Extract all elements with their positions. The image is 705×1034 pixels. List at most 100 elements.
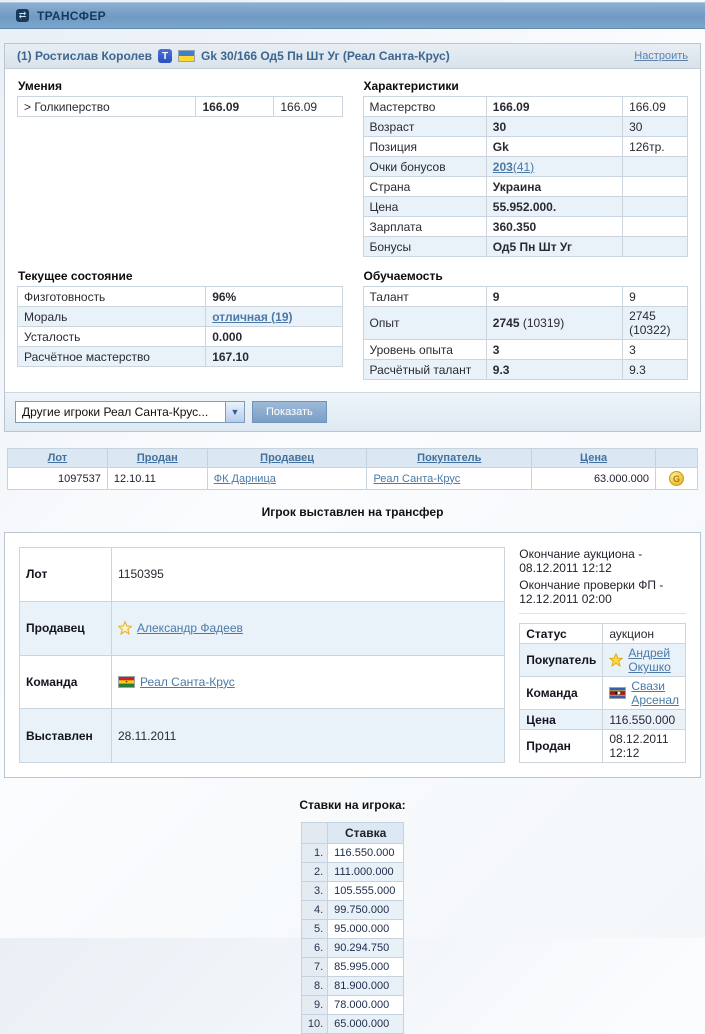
table-row: 4.99.750.000 [301, 901, 403, 920]
char-label: Возраст [363, 117, 486, 137]
transfer-badge-icon: T [158, 49, 172, 63]
auction-team-link[interactable]: Свази Арсенал [631, 679, 679, 707]
table-row: Команда Реал Санта-Крус [20, 655, 505, 709]
ukraine-flag-icon [178, 50, 195, 62]
page-title: ТРАНСФЕР [37, 9, 106, 23]
char-label: Цена [363, 197, 486, 217]
char-value-secondary [623, 157, 688, 177]
player-panel-body: Умения > Голкиперство 166.09 166.09 Хара… [5, 69, 700, 431]
show-button[interactable]: Показать [252, 401, 327, 423]
table-row: 1.116.550.000 [301, 844, 403, 863]
fp-check-end-line: Окончание проверки ФП - 12.12.2011 02:00 [519, 578, 686, 606]
table-header-row: Лот Продан Продавец Покупатель Цена [8, 449, 698, 468]
bid-amount: 85.995.000 [328, 958, 404, 977]
characteristics-heading: Характеристики [364, 79, 689, 93]
star-icon [609, 653, 623, 667]
table-row: 2.111.000.000 [301, 863, 403, 882]
train-label: Опыт [363, 307, 486, 340]
state-label: Мораль [18, 307, 206, 327]
train-label: Талант [363, 287, 486, 307]
bonus-points-link[interactable]: 203(41) [493, 160, 534, 174]
listing-seller-link[interactable]: Александр Фадеев [137, 621, 243, 635]
listing-listed-value: 28.11.2011 [112, 709, 505, 763]
char-value: Gk [486, 137, 622, 157]
table-row: > Голкиперство 166.09 166.09 [18, 97, 343, 117]
table-row: Расчётный талант 9.3 9.3 [363, 360, 688, 380]
listing-team-label: Команда [20, 655, 112, 709]
bid-rank: 9. [301, 996, 327, 1015]
char-value: 30 [486, 117, 622, 137]
table-row: Очки бонусов 203(41) [363, 157, 688, 177]
auction-buyer-label: Покупатель [520, 644, 603, 677]
sort-seller-link[interactable]: Продавец [260, 452, 314, 464]
trainability-table: Талант 9 9 Опыт 2745 (10319) 2745 (10322… [363, 286, 689, 380]
sort-lot-link[interactable]: Лот [48, 452, 68, 464]
auction-buyer-link[interactable]: Андрей Окушко [628, 646, 679, 674]
table-row: Талант 9 9 [363, 287, 688, 307]
settings-link[interactable]: Настроить [634, 50, 688, 62]
state-value: 167.10 [206, 347, 342, 367]
trainability-heading: Обучаемость [364, 269, 689, 283]
skills-table: > Голкиперство 166.09 166.09 [17, 96, 343, 117]
char-value-secondary [623, 217, 688, 237]
players-filter-select[interactable]: Другие игроки Реал Санта-Крус... ▼ [15, 401, 245, 423]
bids-heading: Ставки на игрока: [0, 798, 705, 812]
bid-rank: 2. [301, 863, 327, 882]
table-row: Мораль отличная (19) [18, 307, 343, 327]
table-row: Цена 55.952.000. [363, 197, 688, 217]
state-label: Физготовность [18, 287, 206, 307]
auction-end-line: Окончание аукциона - 08.12.2011 12:12 [519, 547, 686, 575]
morale-link[interactable]: отличная (19) [212, 310, 292, 324]
auction-price-value: 116.550.000 [603, 710, 686, 730]
train-label: Уровень опыта [363, 340, 486, 360]
listing-listed-label: Выставлен [20, 709, 112, 763]
buyer-team-flag-icon [609, 687, 626, 699]
auction-section: Окончание аукциона - 08.12.2011 12:12 Ок… [505, 547, 686, 763]
char-value: Од5 Пн Шт Уг [486, 237, 622, 257]
history-buyer-link[interactable]: Реал Санта-Крус [373, 473, 460, 485]
char-label: Позиция [363, 137, 486, 157]
current-state-table: Физготовность 96% Мораль отличная (19) У… [17, 286, 343, 367]
char-value: Украина [486, 177, 622, 197]
char-value-secondary: 30 [623, 117, 688, 137]
char-value-secondary: 166.09 [623, 97, 688, 117]
table-row: 3.105.555.000 [301, 882, 403, 901]
sort-sold-link[interactable]: Продан [137, 452, 178, 464]
table-row: 10.65.000.000 [301, 1015, 403, 1034]
star-icon [118, 621, 132, 635]
state-label: Расчётное мастерство [18, 347, 206, 367]
bids-index-header [301, 823, 327, 844]
player-summary: Gk 30/166 Од5 Пн Шт Уг (Реал Санта-Крус) [201, 49, 450, 63]
sort-buyer-link[interactable]: Покупатель [417, 452, 481, 464]
characteristics-table: Мастерство 166.09 166.09 Возраст 30 30 П… [363, 96, 689, 257]
bid-amount: 65.000.000 [328, 1015, 404, 1034]
table-row: Страна Украина [363, 177, 688, 197]
char-value: 55.952.000. [486, 197, 622, 217]
player-panel: (1) Ростислав Королев T Gk 30/166 Од5 Пн… [4, 43, 701, 432]
char-value-secondary [623, 177, 688, 197]
players-filter-selected-value: Другие игроки Реал Санта-Крус... [22, 405, 208, 419]
auction-status-label: Статус [520, 624, 603, 644]
bid-amount: 78.000.000 [328, 996, 404, 1015]
train-value-secondary: 9 [623, 287, 688, 307]
table-row: Цена 116.550.000 [520, 710, 686, 730]
char-label: Зарплата [363, 217, 486, 237]
table-row: Продавец Александр Фадеев [20, 601, 505, 655]
table-row: Опыт 2745 (10319) 2745 (10322) [363, 307, 688, 340]
bid-amount: 81.900.000 [328, 977, 404, 996]
table-row: Покупатель Андрей Окушко [520, 644, 686, 677]
chevron-down-icon[interactable]: ▼ [225, 402, 244, 422]
bid-rank: 1. [301, 844, 327, 863]
table-row: Продан 08.12.2011 12:12 [520, 730, 686, 763]
state-label: Усталость [18, 327, 206, 347]
bid-amount: 116.550.000 [328, 844, 404, 863]
history-seller-link[interactable]: ФК Дарница [214, 473, 276, 485]
bid-rank: 7. [301, 958, 327, 977]
listing-team-link[interactable]: Реал Санта-Крус [140, 675, 235, 689]
page-titlebar: ⇄ ТРАНСФЕР [0, 2, 705, 29]
char-label: Бонусы [363, 237, 486, 257]
history-price: 63.000.000 [532, 468, 656, 490]
history-lot: 1097537 [8, 468, 108, 490]
char-value-secondary [623, 237, 688, 257]
sort-price-link[interactable]: Цена [580, 452, 607, 464]
